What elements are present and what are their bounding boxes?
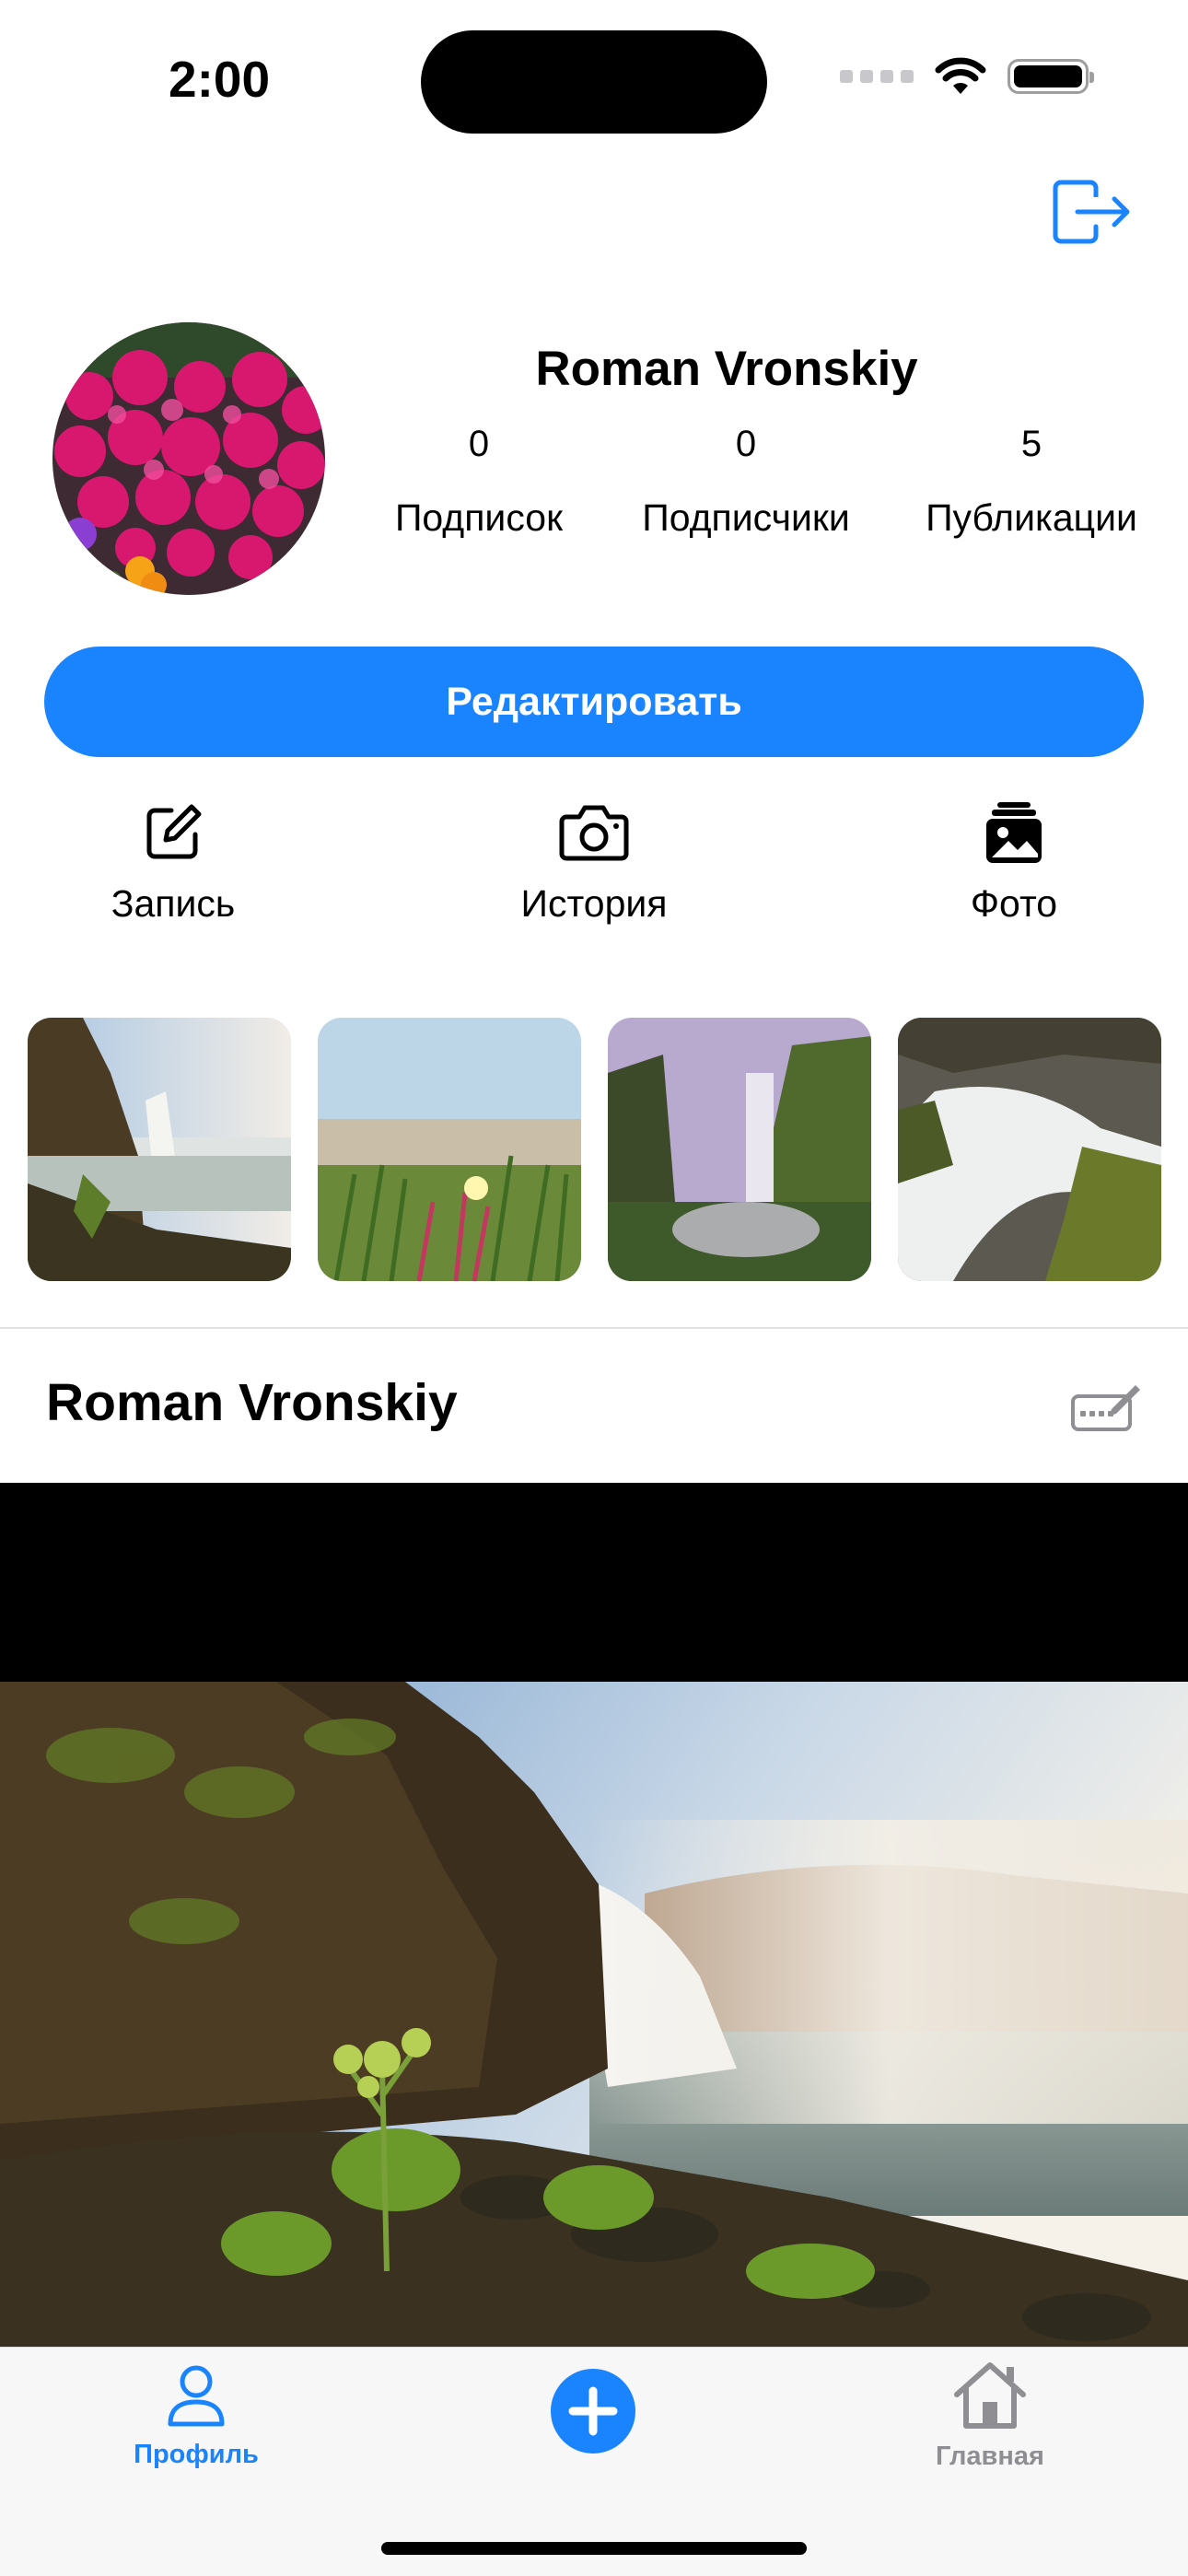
tab-home-label: Главная bbox=[936, 2442, 1044, 2471]
photo-thumbnail[interactable] bbox=[608, 1018, 871, 1281]
tab-profile[interactable]: Профиль bbox=[118, 2363, 274, 2470]
dynamic-island bbox=[421, 30, 767, 134]
person-icon bbox=[168, 2365, 225, 2427]
stat-followers-label: Подписчики bbox=[642, 496, 850, 539]
action-story[interactable]: История bbox=[474, 799, 714, 926]
post-image-letterbox bbox=[0, 1483, 1188, 1682]
section-divider bbox=[0, 1327, 1188, 1329]
photo-thumbnail[interactable] bbox=[28, 1018, 291, 1281]
house-icon bbox=[954, 2362, 1026, 2429]
action-note-label: Запись bbox=[111, 882, 236, 925]
action-photo[interactable]: Фото bbox=[894, 799, 1134, 926]
keyboard-pencil-icon[interactable] bbox=[1071, 1381, 1141, 1433]
tab-profile-label: Профиль bbox=[134, 2440, 259, 2469]
camera-icon bbox=[559, 805, 629, 861]
profile-stats: 0 Подписок 0 Подписчики 5 Публикации bbox=[378, 424, 1151, 553]
avatar[interactable] bbox=[52, 322, 325, 595]
stat-posts-count: 5 bbox=[1020, 424, 1042, 464]
stat-following-label: Подписок bbox=[394, 496, 564, 539]
status-time: 2:00 bbox=[169, 51, 271, 108]
stat-followers[interactable]: 0 Подписчики bbox=[626, 424, 866, 540]
profile-name: Roman Vronskiy bbox=[535, 342, 918, 396]
status-indicators bbox=[840, 57, 1094, 96]
cellular-signal-icon bbox=[840, 70, 914, 83]
action-story-label: История bbox=[520, 882, 668, 925]
photo-thumbnail[interactable] bbox=[318, 1018, 581, 1281]
battery-icon bbox=[1007, 59, 1094, 94]
logout-icon[interactable] bbox=[1050, 175, 1133, 249]
action-note[interactable]: Запись bbox=[53, 799, 293, 926]
add-post-button[interactable] bbox=[551, 2369, 635, 2454]
square-pencil-icon bbox=[146, 804, 202, 859]
wifi-icon bbox=[935, 57, 986, 94]
stat-followers-count: 0 bbox=[735, 424, 757, 464]
tab-home[interactable]: Главная bbox=[912, 2360, 1068, 2472]
action-photo-label: Фото bbox=[970, 882, 1058, 925]
post-author-name: Roman Vronskiy bbox=[46, 1373, 458, 1432]
stat-posts[interactable]: 5 Публикации bbox=[912, 424, 1151, 540]
plus-icon bbox=[568, 2386, 618, 2436]
stat-posts-label: Публикации bbox=[926, 496, 1137, 539]
post-image[interactable] bbox=[0, 1682, 1188, 2349]
photo-thumbnail[interactable] bbox=[898, 1018, 1161, 1281]
edit-profile-button[interactable]: Редактировать bbox=[44, 647, 1144, 757]
photo-stack-icon bbox=[986, 802, 1042, 863]
stat-following[interactable]: 0 Подписок bbox=[378, 424, 580, 540]
home-indicator bbox=[381, 2542, 807, 2555]
stat-following-count: 0 bbox=[468, 424, 490, 464]
